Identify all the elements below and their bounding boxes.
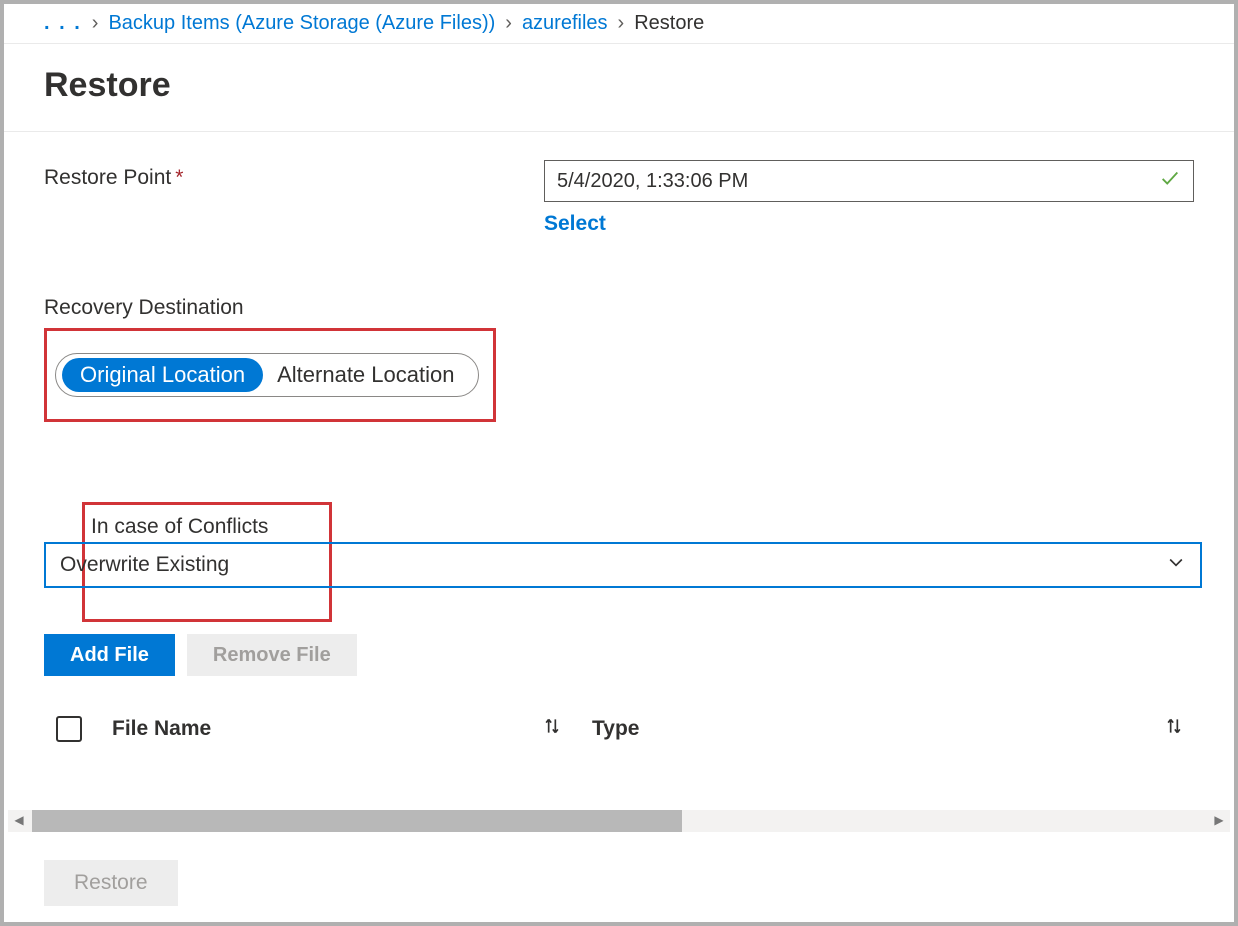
breadcrumb-backup-items[interactable]: Backup Items (Azure Storage (Azure Files…	[108, 12, 495, 35]
select-restore-point-link[interactable]: Select	[544, 212, 606, 236]
remove-file-button: Remove File	[187, 634, 357, 676]
checkmark-icon	[1159, 167, 1181, 195]
recovery-destination-label: Recovery Destination	[44, 296, 1194, 320]
restore-point-row: Restore Point* 5/4/2020, 1:33:06 PM Sele…	[44, 160, 1194, 236]
scrollbar-thumb[interactable]	[32, 810, 682, 832]
column-file-name[interactable]: File Name	[112, 716, 592, 742]
recovery-destination-highlight: Original Location Alternate Location	[44, 328, 496, 422]
column-type[interactable]: Type	[592, 716, 1194, 742]
breadcrumb-azurefiles[interactable]: azurefiles	[522, 12, 608, 35]
chevron-down-icon	[1166, 552, 1186, 578]
restore-panel: . . . › Backup Items (Azure Storage (Azu…	[0, 0, 1238, 926]
add-file-button[interactable]: Add File	[44, 634, 175, 676]
breadcrumb-ellipsis[interactable]: . . .	[44, 12, 82, 35]
horizontal-scrollbar[interactable]: ◀ ▶	[8, 810, 1230, 832]
file-table-header: File Name Type	[56, 716, 1194, 742]
chevron-right-icon: ›	[505, 12, 512, 35]
file-buttons-row: Add File Remove File	[44, 634, 1234, 676]
restore-button: Restore	[44, 860, 178, 906]
recovery-option-original[interactable]: Original Location	[62, 358, 263, 392]
column-file-name-label: File Name	[112, 717, 211, 741]
page-title: Restore	[4, 44, 1234, 132]
restore-point-field: 5/4/2020, 1:33:06 PM Select	[544, 160, 1194, 236]
sort-icon	[1164, 716, 1184, 742]
chevron-right-icon: ›	[92, 12, 99, 35]
select-all-checkbox[interactable]	[56, 716, 82, 742]
required-asterisk: *	[175, 166, 183, 189]
recovery-option-alternate[interactable]: Alternate Location	[263, 358, 464, 392]
scroll-left-icon[interactable]: ◀	[10, 813, 28, 827]
breadcrumb: . . . › Backup Items (Azure Storage (Azu…	[4, 4, 1234, 44]
conflicts-value: Overwrite Existing	[60, 553, 229, 577]
restore-point-label-text: Restore Point	[44, 166, 171, 189]
column-type-label: Type	[592, 717, 639, 741]
restore-point-value: 5/4/2020, 1:33:06 PM	[557, 170, 748, 193]
chevron-right-icon: ›	[618, 12, 625, 35]
conflicts-dropdown[interactable]: Overwrite Existing	[44, 542, 1202, 588]
content-area: Restore Point* 5/4/2020, 1:33:06 PM Sele…	[4, 132, 1234, 612]
recovery-destination-toggle[interactable]: Original Location Alternate Location	[55, 353, 479, 397]
restore-point-label: Restore Point*	[44, 160, 544, 190]
footer: Restore	[44, 860, 178, 906]
restore-point-input[interactable]: 5/4/2020, 1:33:06 PM	[544, 160, 1194, 202]
sort-icon	[542, 716, 562, 742]
scroll-right-icon[interactable]: ▶	[1210, 813, 1228, 827]
breadcrumb-current: Restore	[634, 12, 704, 35]
